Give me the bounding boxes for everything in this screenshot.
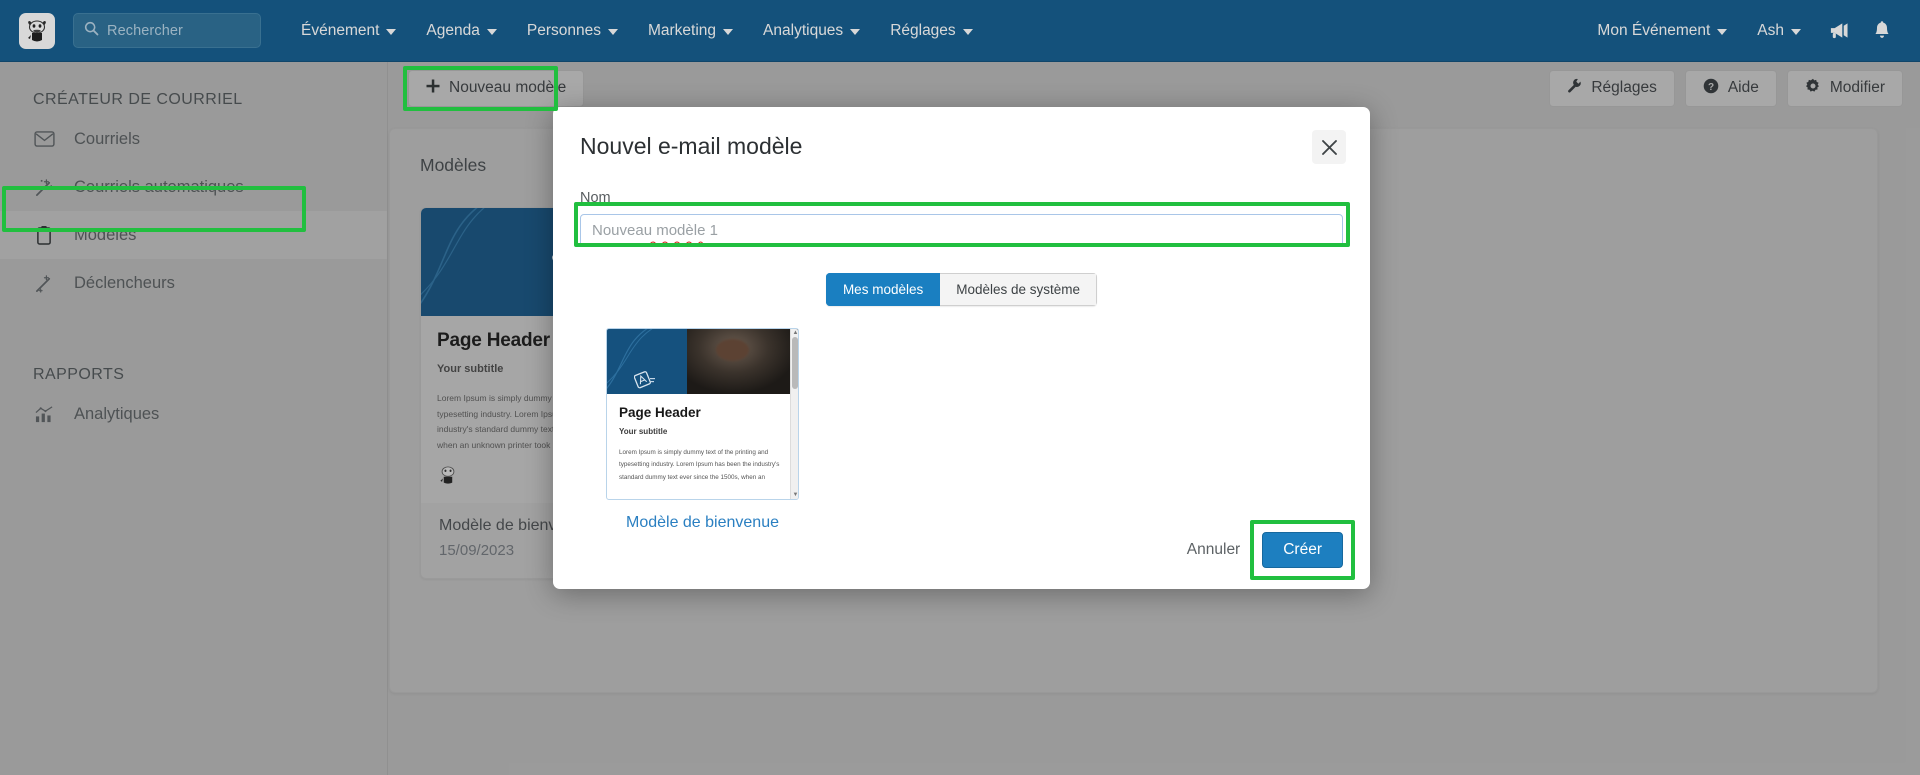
template-name-input[interactable] [580, 214, 1343, 247]
picker-heading: Page Header [619, 405, 701, 420]
picker-body-text: Lorem Ipsum is simply dummy text of the … [619, 449, 780, 481]
close-icon[interactable] [1312, 130, 1346, 164]
name-field-label: Nom [580, 190, 611, 206]
create-button[interactable]: Créer [1262, 532, 1343, 568]
tab-group: Mes modèles Modèles de système [825, 273, 1098, 306]
new-template-modal: Nouvel e-mail modèle Nom Mes modèles Mod [553, 107, 1370, 589]
scrollbar-thumb[interactable] [792, 337, 798, 389]
preview-scrollbar[interactable]: ▲ ▼ [790, 329, 798, 499]
picker-hero-photo [687, 329, 798, 394]
template-picker-item[interactable]: Page Header Your subtitle Lorem Ipsum is… [606, 328, 799, 532]
app-root: Rechercher Événement Agenda Personnes Ma… [0, 0, 1920, 775]
template-picker-list: Page Header Your subtitle Lorem Ipsum is… [580, 328, 1343, 532]
cancel-button[interactable]: Annuler [1183, 535, 1244, 565]
modal-body: Nom Mes modèles Modèles de système [553, 164, 1370, 532]
tab-mes-modeles[interactable]: Mes modèles [825, 273, 941, 306]
picker-template-label[interactable]: Modèle de bienvenue [606, 514, 799, 532]
template-picker-preview[interactable]: Page Header Your subtitle Lorem Ipsum is… [606, 328, 799, 500]
template-source-tabs: Mes modèles Modèles de système [580, 273, 1343, 306]
picker-body: Page Header Your subtitle Lorem Ipsum is… [607, 394, 798, 484]
picker-brand-logo-icon [634, 371, 655, 389]
tab-modeles-de-systeme[interactable]: Modèles de système [940, 273, 1098, 306]
name-field-wrapper [580, 214, 1343, 247]
modal-header: Nouvel e-mail modèle [553, 107, 1370, 164]
modal-title: Nouvel e-mail modèle [580, 133, 803, 159]
scroll-up-arrow-icon[interactable]: ▲ [793, 330, 799, 336]
picker-hero-image [607, 329, 798, 394]
picker-subtitle: Your subtitle [619, 427, 668, 436]
scroll-down-arrow-icon[interactable]: ▼ [793, 492, 799, 498]
modal-footer: Annuler Créer [553, 520, 1370, 594]
